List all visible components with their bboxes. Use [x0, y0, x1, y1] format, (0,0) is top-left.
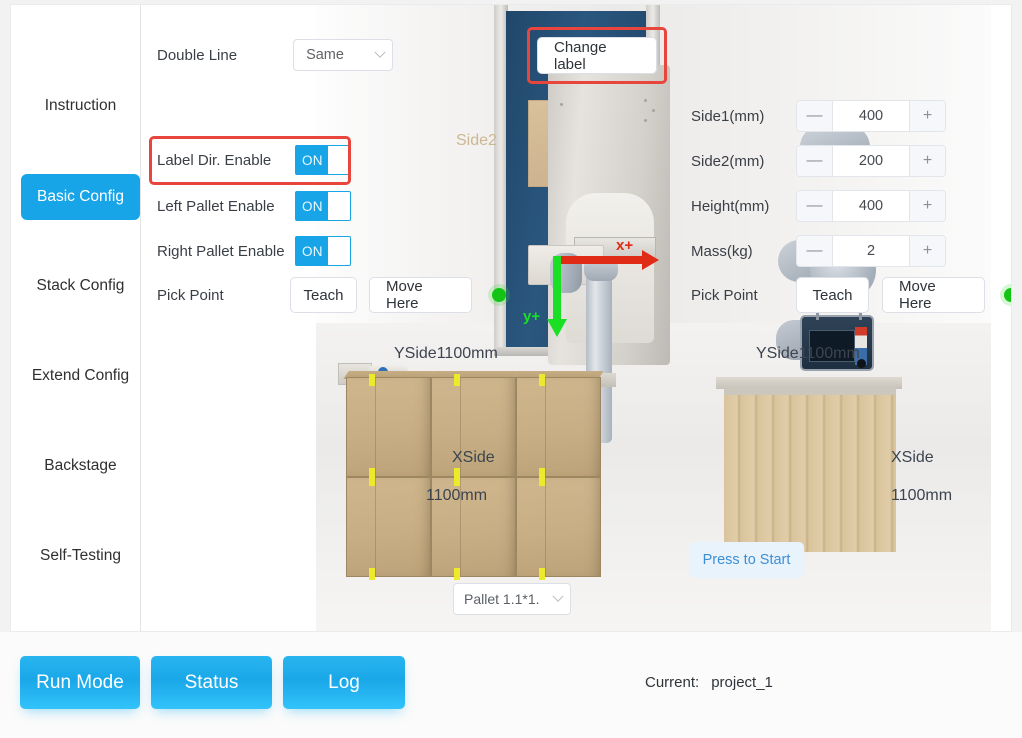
label-dir-enable-row: Label Dir. Enable ON [157, 145, 351, 175]
sidebar-item-label: Stack Config [36, 277, 125, 294]
label-dir-enable-toggle[interactable]: ON [295, 145, 351, 175]
side1-row: Side1(mm) — 400 + [691, 100, 946, 132]
height-value[interactable]: 400 [833, 191, 909, 221]
box [516, 474, 601, 580]
pick-point-row-left: Pick Point Teach Move Here [157, 277, 506, 313]
sidebar-item-self-testing[interactable]: Self-Testing [21, 533, 140, 579]
double-line-row: Double Line Same [157, 39, 394, 71]
mass-stepper[interactable]: — 2 + [796, 235, 946, 267]
double-line-select[interactable]: Same [293, 39, 394, 71]
sidebar-item-label: Self-Testing [40, 547, 121, 564]
side1-minus-button[interactable]: — [797, 101, 833, 131]
axis-x-arrow-icon [555, 250, 659, 270]
height-stepper[interactable]: — 400 + [796, 190, 946, 222]
mass-label: Mass(kg) [691, 242, 753, 260]
pick-point-teach-button-right[interactable]: Teach [796, 277, 869, 313]
height-plus-button[interactable]: + [909, 191, 945, 221]
pick-point-status-indicator-right [1004, 288, 1011, 302]
height-row: Height(mm) — 400 + [691, 190, 946, 222]
right-pallet-xside-value: 1100mm [891, 487, 953, 504]
side2-minus-button[interactable]: — [797, 146, 833, 176]
pick-point-status-indicator [492, 288, 506, 302]
side1-value[interactable]: 400 [833, 101, 909, 131]
left-pallet-yside-label: YSide1100mm [394, 345, 498, 362]
pick-point-teach-button[interactable]: Teach [290, 277, 357, 313]
pick-point-label: Pick Point [157, 286, 224, 304]
sidebar-item-extend-config[interactable]: Extend Config [21, 353, 140, 399]
pallet-type-value: Pallet 1.1*1. [464, 591, 540, 607]
sidebar-item-label: Backstage [44, 457, 117, 474]
toggle-knob [327, 192, 350, 220]
sidebar-item-label: Basic Config [36, 188, 124, 205]
right-pallet-enable-row: Right Pallet Enable ON [157, 236, 351, 266]
toggle-knob [327, 146, 350, 174]
pick-point-label: Pick Point [691, 286, 758, 304]
side2-row: Side2(mm) — 200 + [691, 145, 946, 177]
right-pallet-enable-label: Right Pallet Enable [157, 242, 285, 260]
axis-x-label: x+ [616, 237, 634, 254]
mass-row: Mass(kg) — 2 + [691, 235, 946, 267]
right-pallet-enable-toggle[interactable]: ON [295, 236, 351, 266]
press-to-start-button[interactable]: Press to Start [689, 542, 804, 578]
log-button[interactable]: Log [283, 656, 405, 709]
left-pallet-xside-value: 1100mm [426, 487, 488, 504]
sidebar-item-label: Instruction [44, 97, 117, 114]
axis-y-arrow-icon [547, 256, 567, 337]
double-line-value: Same [306, 47, 344, 63]
height-label: Height(mm) [691, 197, 770, 215]
status-button[interactable]: Status [151, 656, 272, 709]
side1-label: Side1(mm) [691, 107, 765, 125]
axis-y-label: y+ [523, 308, 541, 325]
mass-plus-button[interactable]: + [909, 236, 945, 266]
right-pallet-yside-label: YSide1100mm [756, 345, 860, 362]
mass-minus-button[interactable]: — [797, 236, 833, 266]
sidebar-item-label: Extend Config [31, 367, 130, 384]
sidebar-item-basic-config[interactable]: Basic Config [21, 174, 140, 220]
app-root: Instruction Basic Config Stack Config Ex… [0, 0, 1022, 738]
label-dir-enable-label: Label Dir. Enable [157, 151, 272, 169]
pick-point-move-here-button[interactable]: Move Here [369, 277, 472, 313]
left-pallet-boxes [343, 371, 604, 580]
mass-value[interactable]: 2 [833, 236, 909, 266]
double-line-label: Double Line [157, 46, 238, 64]
sidebar-item-backstage[interactable]: Backstage [21, 443, 140, 489]
content-area: Side1 Side2 [141, 5, 1011, 631]
toggle-state-text: ON [302, 198, 323, 214]
run-mode-button[interactable]: Run Mode [20, 656, 140, 709]
right-pallet-xside-label: XSide [891, 449, 934, 466]
left-pallet-enable-row: Left Pallet Enable ON [157, 191, 351, 221]
side2-plus-button[interactable]: + [909, 146, 945, 176]
change-label-button[interactable]: Change label [537, 37, 657, 74]
side2-label: Side2(mm) [691, 152, 765, 170]
sidebar-item-instruction[interactable]: Instruction [21, 83, 140, 129]
main-card: Instruction Basic Config Stack Config Ex… [10, 4, 1012, 632]
box [516, 374, 601, 480]
height-minus-button[interactable]: — [797, 191, 833, 221]
pallet-type-select[interactable]: Pallet 1.1*1. [453, 583, 571, 615]
right-pallet [724, 387, 896, 552]
pick-point-row-right: Pick Point Teach Move Here [691, 277, 1011, 313]
current-project-name: project_1 [711, 674, 773, 691]
left-pallet-enable-toggle[interactable]: ON [295, 191, 351, 221]
chevron-down-icon [552, 590, 564, 602]
side1-stepper[interactable]: — 400 + [796, 100, 946, 132]
sidebar: Instruction Basic Config Stack Config Ex… [11, 5, 141, 631]
toggle-state-text: ON [302, 243, 323, 259]
sidebar-item-stack-config[interactable]: Stack Config [21, 263, 140, 309]
side2-value[interactable]: 200 [833, 146, 909, 176]
toggle-state-text: ON [302, 152, 323, 168]
scene-side2-label: Side2 [456, 132, 497, 149]
box [346, 474, 431, 580]
left-pallet-enable-label: Left Pallet Enable [157, 197, 275, 215]
current-label: Current: [645, 674, 700, 691]
side2-stepper[interactable]: — 200 + [796, 145, 946, 177]
box [346, 374, 431, 480]
toggle-knob [327, 237, 350, 265]
left-pallet-xside-label: XSide [452, 449, 495, 466]
pick-point-move-here-button-right[interactable]: Move Here [882, 277, 985, 313]
bottom-toolbar: Run Mode Status Log Current: project_1 [0, 632, 1022, 738]
side1-plus-button[interactable]: + [909, 101, 945, 131]
chevron-down-icon [374, 46, 386, 58]
current-project-info: Current: project_1 [645, 674, 773, 691]
